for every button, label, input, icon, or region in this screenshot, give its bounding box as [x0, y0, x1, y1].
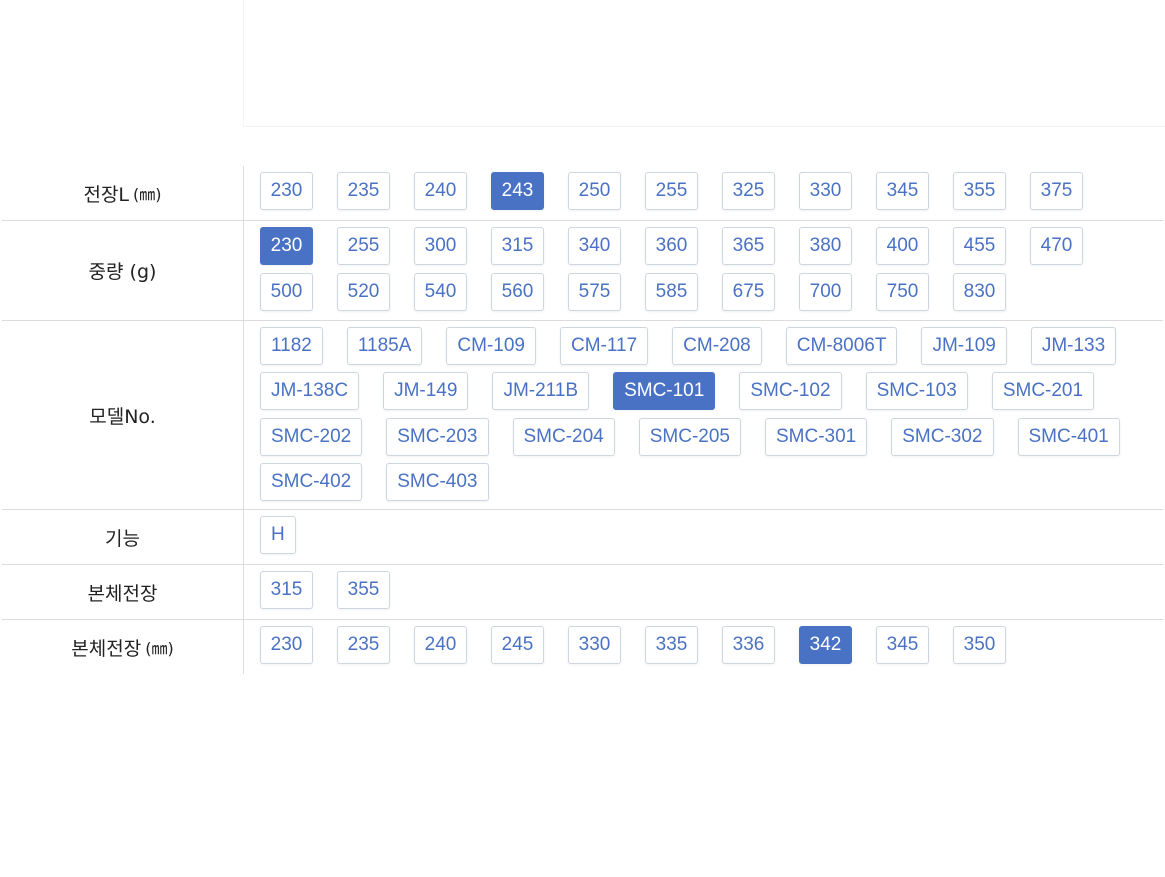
filter-option-button[interactable]: 230: [260, 172, 313, 210]
filter-label-weight: 중량 (g): [2, 221, 244, 320]
filter-option-button[interactable]: 243: [491, 172, 544, 210]
filter-option-button[interactable]: CM-117: [559, 327, 649, 365]
filter-option-button[interactable]: SMC-402: [260, 462, 363, 501]
filter-option-button[interactable]: 380: [799, 227, 852, 265]
filter-option-button[interactable]: SMC-401: [1017, 417, 1120, 456]
filter-label-length: 전장L (㎜): [2, 166, 244, 220]
filter-option-button[interactable]: SMC-301: [765, 417, 868, 456]
filter-row-function: 기능 H: [2, 510, 1163, 565]
filter-option-button[interactable]: H: [260, 516, 296, 554]
filter-option-button[interactable]: 330: [568, 626, 621, 664]
filter-label-body-length: 본체전장: [2, 565, 244, 619]
filter-option-button[interactable]: 235: [337, 626, 390, 664]
filter-options: 230 235 240 243 250 255 325 330 345 355 375: [244, 166, 1163, 220]
filter-option-button[interactable]: JM-138C: [260, 372, 360, 411]
filter-option-button[interactable]: 350: [953, 626, 1006, 664]
filter-option-button[interactable]: 830: [953, 273, 1006, 311]
filter-option-button[interactable]: 315: [491, 227, 544, 265]
filter-label-text: 본체전장: [71, 637, 142, 660]
filter-option-button[interactable]: JM-109: [921, 327, 1007, 365]
filter-option-button[interactable]: 240: [414, 172, 467, 210]
filter-options: 230 235 240 245 330 335 336 342 345 350: [244, 620, 1163, 674]
filter-option-button[interactable]: SMC-202: [260, 417, 363, 456]
filter-option-button[interactable]: 336: [722, 626, 775, 664]
filter-label-text: 본체전장: [87, 582, 158, 605]
filter-option-button[interactable]: 355: [337, 571, 390, 609]
filter-option-button[interactable]: 700: [799, 273, 852, 311]
filter-option-button[interactable]: 250: [568, 172, 621, 210]
filter-row-weight: 중량 (g) 230 255 300 315 340 360 365 380 400 455 470…: [2, 221, 1163, 321]
filter-option-button[interactable]: JM-133: [1030, 327, 1117, 365]
filter-label-text: 전장L: [83, 183, 130, 206]
filter-option-button[interactable]: JM-149: [383, 372, 469, 411]
filter-option-button[interactable]: JM-211B: [492, 372, 590, 411]
filter-option-button[interactable]: CM-109: [446, 327, 536, 365]
filter-option-button[interactable]: 345: [876, 172, 929, 210]
filter-option-button[interactable]: SMC-201: [991, 372, 1095, 411]
filter-option-button[interactable]: 340: [568, 227, 621, 265]
filter-option-button[interactable]: 675: [722, 273, 775, 311]
filter-option-button[interactable]: SMC-302: [891, 417, 994, 456]
filter-label-text: 기능: [105, 527, 140, 550]
filter-option-button[interactable]: 230: [260, 227, 313, 265]
filter-options: 230 255 300 315 340 360 365 380 400 455 470 500 520 5…: [244, 221, 1163, 320]
filter-option-button[interactable]: SMC-203: [386, 417, 489, 456]
filter-option-button[interactable]: 345: [876, 626, 929, 664]
filter-options: 1182 1185A CM-109 CM-117 CM-208 CM-8006T JM-10…: [244, 321, 1163, 509]
filter-options: H: [244, 510, 1163, 564]
filter-row-body-length: 본체전장 315 355: [2, 565, 1163, 620]
filter-option-button[interactable]: 560: [491, 273, 544, 311]
filter-option-button[interactable]: 325: [722, 172, 775, 210]
filter-label-function: 기능: [2, 510, 244, 564]
filter-option-button[interactable]: SMC-101: [613, 372, 716, 411]
filter-option-button[interactable]: 235: [337, 172, 390, 210]
filter-row-model: 모델No. 1182 1185A CM-109 CM-117 CM-208 CM-8006…: [2, 321, 1163, 510]
filter-option-button[interactable]: 240: [414, 626, 467, 664]
filter-row-body-length-mm: 본체전장 (㎜) 230 235 240 245 330 335 336 342 345 350: [2, 620, 1163, 674]
filter-option-button[interactable]: CM-8006T: [785, 327, 898, 365]
filter-option-button[interactable]: 335: [645, 626, 698, 664]
filter-option-button[interactable]: 585: [645, 273, 698, 311]
filter-option-button[interactable]: 300: [414, 227, 467, 265]
filter-option-button[interactable]: 355: [953, 172, 1006, 210]
filter-option-button[interactable]: CM-208: [672, 327, 762, 365]
filter-option-button[interactable]: 1185A: [346, 327, 423, 365]
faint-divider-horizontal: [243, 126, 1165, 127]
filter-option-button[interactable]: 230: [260, 626, 313, 664]
filter-option-button[interactable]: 255: [645, 172, 698, 210]
filter-option-button[interactable]: 400: [876, 227, 929, 265]
filter-option-button[interactable]: SMC-205: [638, 417, 741, 456]
filter-option-button[interactable]: 470: [1030, 227, 1083, 265]
filter-option-button[interactable]: SMC-403: [386, 462, 489, 501]
filter-row-length: 전장L (㎜) 230 235 240 243 250 255 325 330 345 355 375: [2, 166, 1163, 221]
filter-option-button[interactable]: 575: [568, 273, 621, 311]
filter-label-unit: (㎜): [145, 639, 174, 658]
filter-option-button[interactable]: 315: [260, 571, 313, 609]
filter-label-text: 중량 (g): [88, 261, 157, 283]
filter-option-button[interactable]: 520: [337, 273, 390, 311]
filter-option-button[interactable]: 750: [876, 273, 929, 311]
filter-option-button[interactable]: 540: [414, 273, 467, 311]
filter-option-button[interactable]: 342: [799, 626, 852, 664]
filter-option-button[interactable]: 255: [337, 227, 390, 265]
filter-option-button[interactable]: 375: [1030, 172, 1083, 210]
filter-option-button[interactable]: 500: [260, 273, 313, 311]
faint-divider-vertical: [243, 0, 244, 127]
filter-label-unit: (㎜): [133, 185, 162, 204]
filter-label-text: 모델No.: [89, 405, 156, 428]
filter-option-button[interactable]: 330: [799, 172, 852, 210]
filter-option-button[interactable]: SMC-103: [865, 372, 968, 411]
filter-option-button[interactable]: SMC-204: [512, 417, 615, 456]
filter-option-button[interactable]: 365: [722, 227, 775, 265]
filter-option-button[interactable]: 455: [953, 227, 1006, 265]
filter-option-button[interactable]: 245: [491, 626, 544, 664]
filter-table: 전장L (㎜) 230 235 240 243 250 255 325 330 345 355 375…: [2, 166, 1163, 674]
filter-option-button[interactable]: 360: [645, 227, 698, 265]
filter-options: 315 355: [244, 565, 1163, 619]
filter-label-body-length-mm: 본체전장 (㎜): [2, 620, 244, 674]
filter-label-model: 모델No.: [2, 321, 244, 509]
filter-option-button[interactable]: SMC-102: [739, 372, 842, 411]
filter-option-button[interactable]: 1182: [260, 327, 323, 365]
